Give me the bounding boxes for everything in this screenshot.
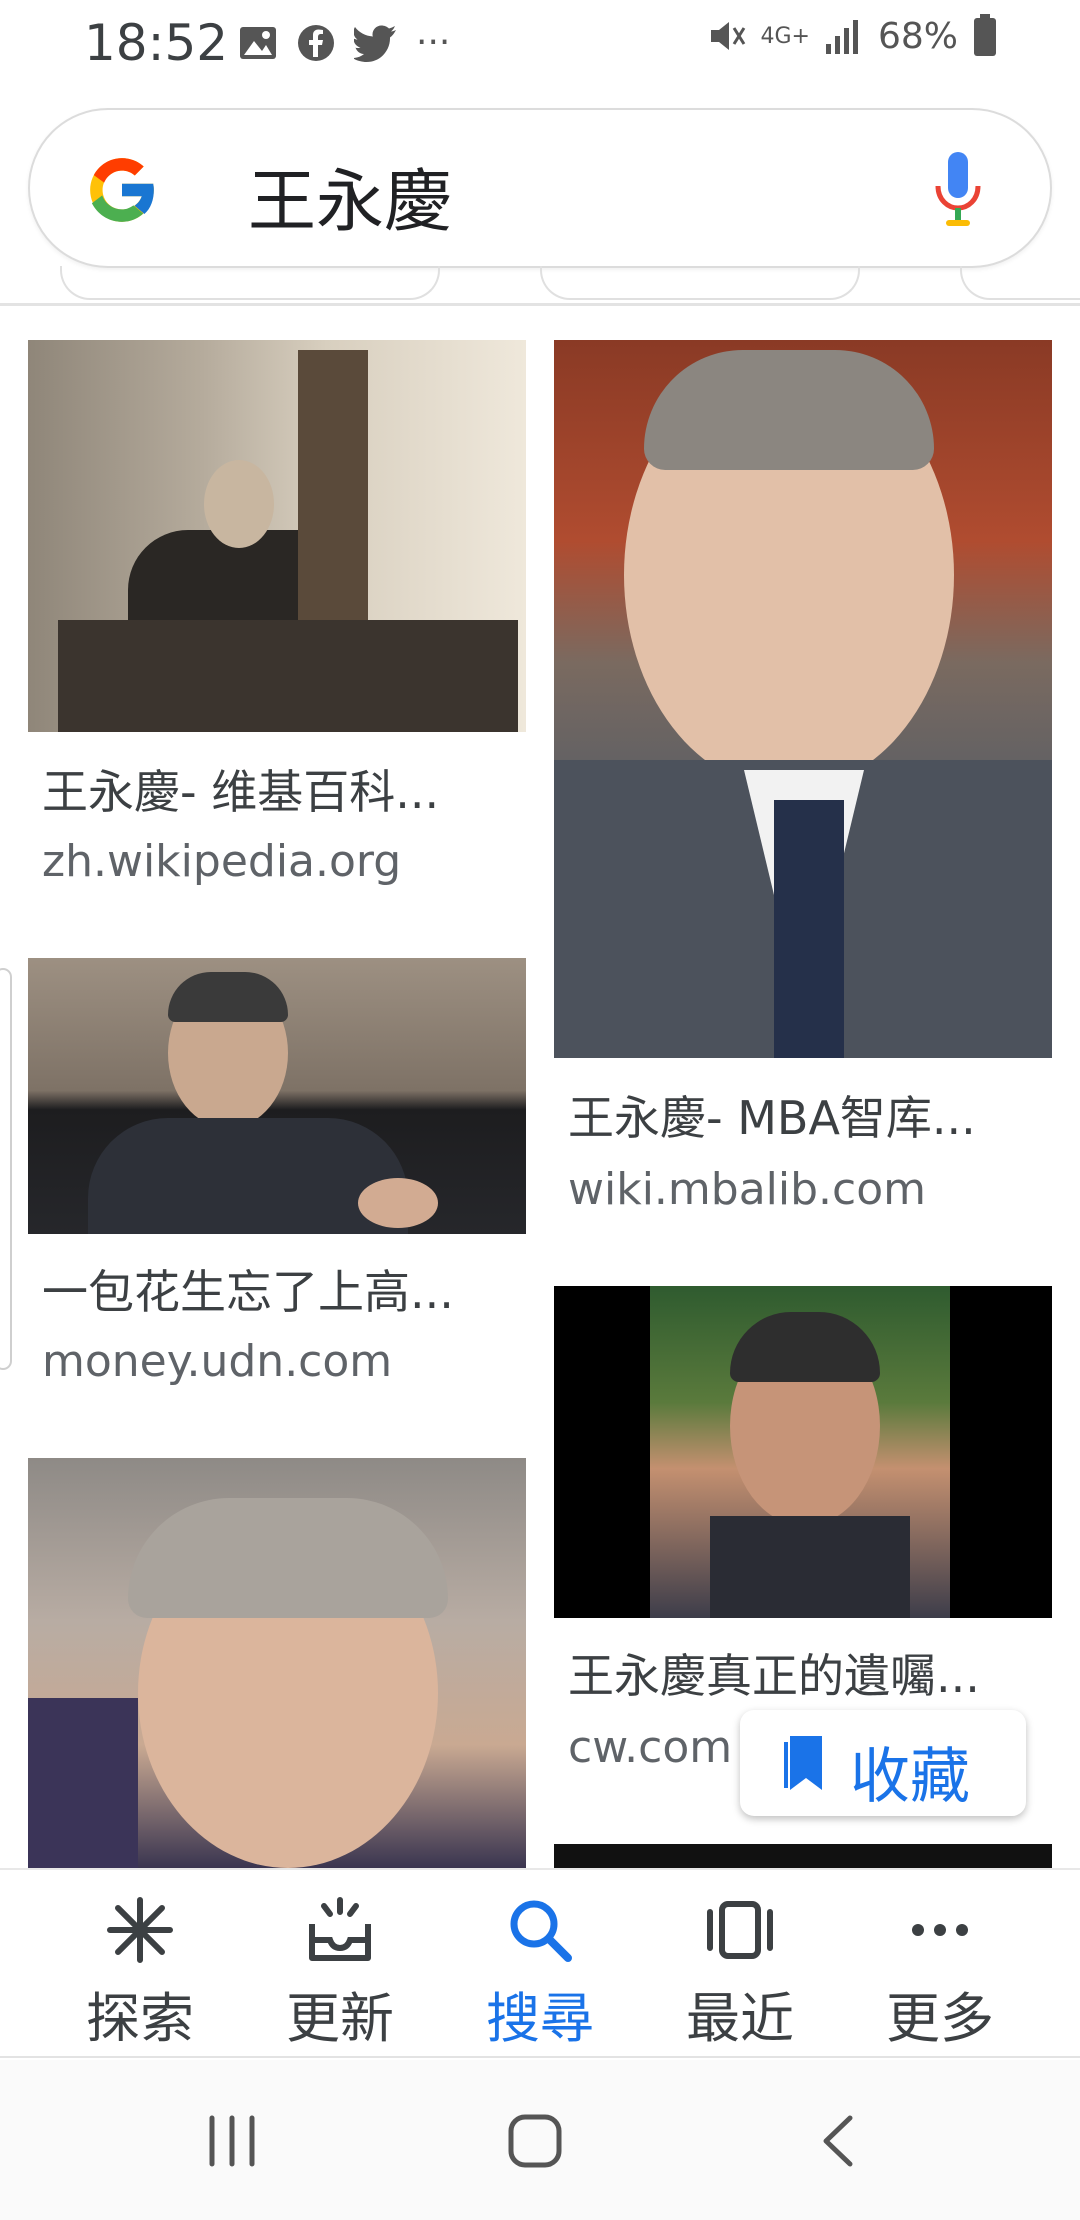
result-title[interactable]: 王永慶真正的遺囑...: [568, 1640, 980, 1706]
google-logo-icon[interactable]: [80, 148, 164, 232]
status-system-icons: 4G+ 68%: [707, 14, 999, 58]
save-button[interactable]: 收藏: [740, 1710, 1026, 1816]
search-query[interactable]: 王永慶: [248, 146, 452, 245]
result-image[interactable]: [28, 340, 526, 732]
result-image[interactable]: [554, 1286, 1052, 1618]
twitter-icon: [354, 25, 396, 62]
filter-chip[interactable]: [960, 266, 1080, 300]
result-source[interactable]: zh.wikipedia.org: [42, 836, 401, 887]
recent-tabs-icon: [707, 1901, 773, 1959]
mic-icon[interactable]: [932, 150, 984, 230]
bottom-nav: 探索 更新 搜尋 最近 更多: [0, 1868, 1080, 2058]
battery-percent: 68%: [877, 15, 958, 57]
nav-label: 搜尋: [486, 1987, 594, 2050]
nav-label: 更多: [886, 1987, 994, 2050]
search-icon: [510, 1900, 572, 1962]
status-bar: 18:52 ··· 4G+ 68%: [0, 0, 1080, 88]
nav-label: 更新: [286, 1987, 394, 2050]
result-title[interactable]: 一包花生忘了上高...: [42, 1256, 454, 1322]
back-icon[interactable]: [820, 2114, 856, 2168]
result-image[interactable]: [28, 1458, 526, 1868]
network-type-label: 4G+: [760, 23, 810, 49]
result-title[interactable]: 王永慶- MBA智库...: [568, 1082, 976, 1148]
result-title[interactable]: 王永慶- 维基百科...: [42, 756, 439, 822]
status-notification-icons: ···: [238, 22, 450, 63]
nav-item-discover[interactable]: 探索: [40, 1870, 240, 2060]
asterisk-icon: [107, 1897, 173, 1963]
filter-chip[interactable]: [60, 266, 440, 300]
image-icon: [240, 26, 276, 59]
nav-item-recent[interactable]: 最近: [640, 1870, 840, 2060]
nav-item-updates[interactable]: 更新: [240, 1870, 440, 2060]
result-image[interactable]: [554, 340, 1052, 1058]
edge-panel-handle[interactable]: [0, 968, 12, 1370]
result-source[interactable]: cw.com: [568, 1722, 732, 1773]
filter-chips-strip[interactable]: [0, 266, 1080, 306]
more-horizontal-icon: [912, 1924, 968, 1936]
filter-chip[interactable]: [540, 266, 860, 300]
battery-icon: [974, 14, 996, 56]
result-image[interactable]: [554, 1844, 1052, 1868]
facebook-icon: [298, 24, 334, 61]
save-label: 收藏: [850, 1742, 970, 1812]
result-image[interactable]: [28, 958, 526, 1234]
recent-apps-icon[interactable]: [206, 2114, 258, 2168]
nav-label: 最近: [686, 1987, 794, 2050]
result-source[interactable]: wiki.mbalib.com: [568, 1164, 926, 1215]
nav-label: 探索: [86, 1987, 194, 2050]
result-source[interactable]: money.udn.com: [42, 1336, 392, 1387]
signal-icon: [825, 20, 858, 54]
status-time: 18:52: [84, 14, 229, 72]
mute-icon: [710, 22, 745, 50]
more-dots-icon: ···: [416, 22, 451, 63]
updates-tray-icon: [309, 1897, 371, 1961]
nav-item-more[interactable]: 更多: [840, 1870, 1040, 2060]
bookmark-icon: [784, 1736, 822, 1790]
system-nav-bar: [0, 2060, 1080, 2220]
home-icon[interactable]: [506, 2112, 564, 2170]
nav-item-search[interactable]: 搜尋: [440, 1870, 640, 2060]
search-bar[interactable]: 王永慶: [28, 108, 1052, 268]
